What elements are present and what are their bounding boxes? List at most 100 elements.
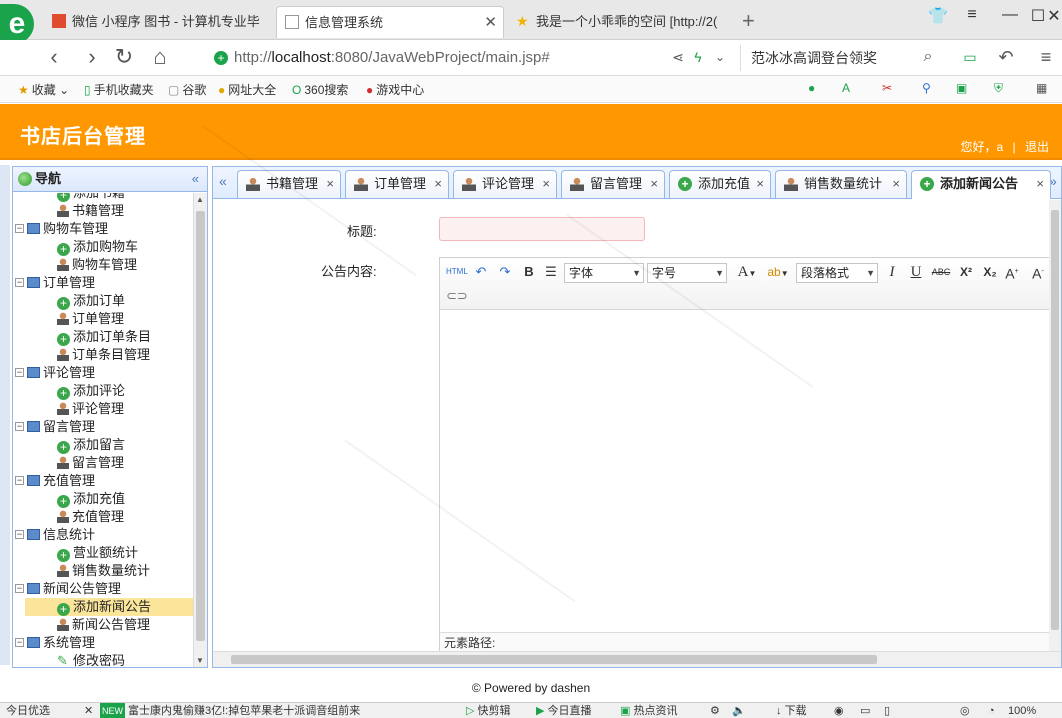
content-tab[interactable]: + 添加充值 × bbox=[669, 170, 771, 198]
browser-tab[interactable]: ★ 我是一个小乖乖的空间 [http://2( bbox=[508, 6, 736, 38]
shield-icon[interactable]: ⛨ bbox=[994, 81, 1003, 96]
nav-item[interactable]: + 添加评论 bbox=[13, 382, 193, 400]
phone-icon[interactable]: ▯ bbox=[884, 703, 890, 718]
status-item[interactable]: ▷ 快剪辑 bbox=[466, 703, 511, 718]
indent-icon[interactable]: ☰ bbox=[542, 262, 560, 282]
close-icon[interactable]: ✕ bbox=[84, 703, 93, 718]
nav-group[interactable]: − 评论管理 bbox=[13, 364, 193, 382]
nav-group[interactable]: − 购物车管理 bbox=[13, 220, 193, 238]
gamepad-icon[interactable]: ▣ bbox=[956, 81, 967, 95]
title-input[interactable] bbox=[439, 217, 645, 241]
status-item[interactable]: ▶ 今日直播 bbox=[536, 703, 592, 718]
scissors-icon[interactable]: ✂ bbox=[882, 81, 892, 95]
tabs-scroll-left-icon[interactable]: « bbox=[219, 173, 227, 189]
close-tab-icon[interactable]: × bbox=[434, 171, 442, 197]
tree-toggle-icon[interactable]: − bbox=[15, 476, 24, 485]
editor-body[interactable] bbox=[440, 310, 1049, 628]
fav-item[interactable]: ▢ 谷歌 bbox=[168, 81, 206, 98]
content-vertical-scrollbar[interactable] bbox=[1049, 200, 1061, 651]
strikethrough-button[interactable]: ABC bbox=[930, 262, 952, 282]
close-tab-icon[interactable]: × bbox=[756, 171, 764, 197]
new-tab-button[interactable]: + bbox=[742, 8, 755, 34]
minimize-icon[interactable]: — bbox=[996, 6, 1024, 24]
fav-item[interactable]: ▯ 手机收藏夹 bbox=[84, 81, 154, 98]
nav-item[interactable]: + 添加订单 bbox=[13, 292, 193, 310]
font-size-select[interactable]: 字号 ▼ bbox=[647, 263, 727, 283]
nav-item-selected[interactable]: + 添加新闻公告 bbox=[25, 598, 193, 616]
browser-tab[interactable]: 微信 小程序 图书 - 计算机专业毕 bbox=[44, 6, 272, 38]
superscript-button[interactable]: X² bbox=[956, 262, 976, 282]
close-tab-icon[interactable]: × bbox=[1036, 171, 1044, 197]
apps-grid-icon[interactable]: ▦ bbox=[1036, 81, 1047, 95]
nav-item[interactable]: 销售数量统计 bbox=[13, 562, 193, 580]
settings-icon[interactable]: ⚙ bbox=[710, 703, 720, 718]
nav-item[interactable]: 留言管理 bbox=[13, 454, 193, 472]
close-tab-icon[interactable]: × bbox=[650, 171, 658, 197]
battery-icon[interactable]: ▭ bbox=[956, 44, 984, 70]
scrollbar-thumb[interactable] bbox=[196, 211, 205, 641]
url-field[interactable]: + http://localhost:8080/JavaWebProject/m… bbox=[212, 45, 732, 71]
nav-item[interactable]: + 添加留言 bbox=[13, 436, 193, 454]
nav-group[interactable]: − 订单管理 bbox=[13, 274, 193, 292]
content-horizontal-scrollbar[interactable] bbox=[213, 651, 1061, 667]
italic-button[interactable]: I bbox=[884, 262, 900, 282]
eye-icon[interactable]: ◔ bbox=[988, 703, 995, 718]
tree-toggle-icon[interactable]: − bbox=[15, 422, 24, 431]
undo-icon[interactable]: ↶ bbox=[992, 44, 1020, 70]
nav-item[interactable]: + 添加订单条目 bbox=[13, 328, 193, 346]
browser-logo-icon[interactable]: e bbox=[0, 4, 34, 44]
tree-toggle-icon[interactable]: − bbox=[15, 530, 24, 539]
fav-item[interactable]: ● 游戏中心 bbox=[366, 81, 424, 98]
fav-item[interactable]: O 360搜索 bbox=[292, 81, 348, 98]
menu-icon[interactable]: ≡ bbox=[1032, 44, 1060, 70]
fav-item[interactable]: ★ 收藏 ⌄ bbox=[18, 81, 69, 98]
content-tab-active[interactable]: + 添加新闻公告 × bbox=[911, 170, 1051, 199]
nav-group[interactable]: − 留言管理 bbox=[13, 418, 193, 436]
nav-item[interactable]: 订单管理 bbox=[13, 310, 193, 328]
fav-item[interactable]: ● 网址大全 bbox=[218, 81, 276, 98]
close-tab-icon[interactable]: × bbox=[892, 171, 900, 197]
content-tab[interactable]: 销售数量统计 × bbox=[775, 170, 907, 198]
zoom-level[interactable]: 100% bbox=[1008, 703, 1036, 718]
search-icon[interactable]: ⌕ bbox=[914, 44, 942, 70]
bold-button[interactable]: B bbox=[520, 262, 538, 282]
screen-icon[interactable]: ▭ bbox=[860, 703, 870, 718]
chevron-down-icon[interactable]: ⌄ bbox=[706, 44, 734, 70]
nav-item[interactable]: + 添加购物车 bbox=[13, 238, 193, 256]
underline-button[interactable]: U bbox=[908, 262, 924, 282]
redo-icon[interactable]: ↷ bbox=[496, 262, 514, 282]
magnifier-icon[interactable]: ⚲ bbox=[922, 81, 931, 95]
nav-group[interactable]: − 充值管理 bbox=[13, 472, 193, 490]
home-icon[interactable]: ⌂ bbox=[146, 44, 174, 70]
close-tab-icon[interactable]: × bbox=[542, 171, 550, 197]
nav-item[interactable]: 新闻公告管理 bbox=[13, 616, 193, 634]
speaker-icon[interactable]: 🔈 bbox=[732, 703, 746, 718]
html-source-button[interactable]: HTML bbox=[446, 262, 468, 282]
font-size-down-icon[interactable]: A- bbox=[1028, 262, 1048, 282]
paragraph-format-select[interactable]: 段落格式 ▼ bbox=[796, 263, 878, 283]
tree-toggle-icon[interactable]: − bbox=[15, 368, 24, 377]
font-color-button[interactable]: A▼ bbox=[734, 262, 760, 282]
menu-lines-icon[interactable]: ≡ bbox=[958, 6, 986, 24]
link-icon[interactable]: ⊂⊃ bbox=[446, 286, 468, 306]
nav-item[interactable]: 书籍管理 bbox=[13, 202, 193, 220]
scrollbar-thumb[interactable] bbox=[231, 655, 877, 664]
shirt-icon[interactable]: 👕 bbox=[924, 6, 952, 26]
globe-icon[interactable]: ◎ bbox=[960, 703, 970, 718]
nav-group[interactable]: − 系统管理 bbox=[13, 634, 193, 652]
nav-group[interactable]: − 新闻公告管理 bbox=[13, 580, 193, 598]
volume-icon[interactable]: ◉ bbox=[834, 703, 844, 718]
news-ticker[interactable]: NEW 富士康内鬼偷赚3亿!:掉包苹果老十派调音组前来 bbox=[100, 703, 360, 718]
collapse-panel-icon[interactable]: « bbox=[192, 167, 199, 191]
status-item[interactable]: 今日优选 bbox=[6, 703, 50, 718]
close-window-icon[interactable]: ✕ bbox=[1046, 6, 1062, 26]
undo-icon[interactable]: ↶ bbox=[472, 262, 490, 282]
search-input[interactable]: 范冰冰高调登台领奖 bbox=[740, 45, 940, 71]
nav-item[interactable]: + 添加充值 bbox=[13, 490, 193, 508]
logout-link[interactable]: 退出 bbox=[1025, 140, 1049, 154]
nav-item[interactable]: +添加书籍 bbox=[13, 193, 193, 202]
nav-item[interactable]: 评论管理 bbox=[13, 400, 193, 418]
content-tab[interactable]: 书籍管理 × bbox=[237, 170, 341, 198]
font-family-select[interactable]: 字体 ▼ bbox=[564, 263, 644, 283]
font-size-up-icon[interactable]: A+ bbox=[1002, 262, 1022, 282]
